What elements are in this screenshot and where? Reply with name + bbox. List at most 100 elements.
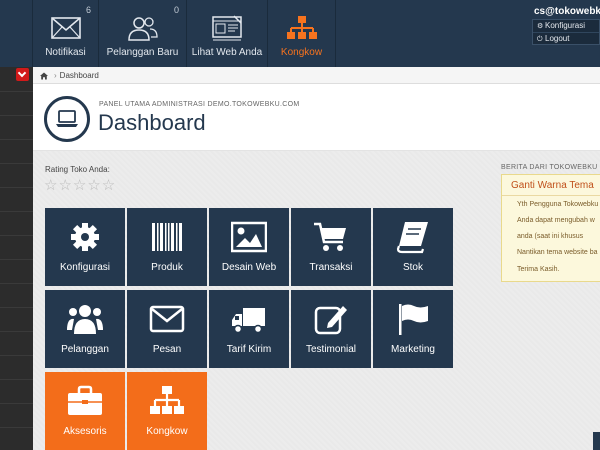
tile-marketing[interactable]: Marketing <box>373 290 453 368</box>
tile-label: Pelanggan <box>61 344 109 355</box>
nav-label: Kongkow <box>280 47 323 58</box>
home-icon[interactable] <box>40 72 48 80</box>
user-email[interactable]: cs@tokowebku.c <box>534 6 600 17</box>
users-icon <box>127 17 158 41</box>
power-icon: ⏻ <box>537 36 543 43</box>
laptop-icon <box>56 110 78 127</box>
tile-label: Konfigurasi <box>59 262 111 273</box>
breadcrumb-current: Dashboard <box>59 71 99 80</box>
cart-icon <box>314 222 346 251</box>
sidebar-divider <box>0 115 33 116</box>
envelope-icon <box>50 17 81 39</box>
sidebar-divider <box>0 235 33 236</box>
tile-label: Marketing <box>391 344 435 355</box>
page-header: PANEL UTAMA ADMINISTRASI DEMO.TOKOWEBKU.… <box>33 84 600 151</box>
sidebar-divider <box>0 427 33 428</box>
menu-logout[interactable]: ⏻ Logout <box>533 32 599 44</box>
tile-label: Testimonial <box>305 344 357 355</box>
tile-produk[interactable]: Produk <box>127 208 207 286</box>
menu-label: Logout <box>545 34 570 43</box>
sidebar-divider <box>0 379 33 380</box>
breadcrumb: › Dashboard <box>33 67 600 84</box>
tile-label: Pesan <box>152 344 182 355</box>
image-icon <box>231 221 267 253</box>
tile-stok[interactable]: Stok <box>373 208 453 286</box>
news-line: Nantikan tema website ba <box>517 249 598 256</box>
menu-label: Konfigurasi <box>545 21 586 30</box>
tile-label: Transaksi <box>309 262 353 273</box>
nav-label: Pelanggan Baru <box>106 47 179 58</box>
edit-icon <box>314 306 347 335</box>
nav-notifikasi[interactable]: 6 Notifikasi <box>33 0 99 67</box>
new-customer-count: 0 <box>173 5 179 15</box>
user-area: cs@tokowebku.c ⚙Konfigurasi ⏻Logout <box>532 0 600 67</box>
tile-label: Tarif Kirim <box>226 344 272 355</box>
tile-label: Aksesoris <box>63 426 107 437</box>
nav-kongkow[interactable]: Kongkow <box>268 0 336 67</box>
menu-konfigurasi[interactable]: ⚙ Konfigurasi <box>533 20 599 32</box>
top-left-pad <box>0 0 33 67</box>
sidebar-divider <box>0 259 33 260</box>
sidebar-divider <box>0 331 33 332</box>
news-line: Anda dapat mengubah w <box>517 217 595 224</box>
news-line: anda (saat ini khusus <box>517 233 584 240</box>
dashboard-logo <box>44 96 90 142</box>
gear-icon <box>71 223 99 251</box>
sidebar-divider <box>0 403 33 404</box>
flag-icon <box>399 304 428 335</box>
tile-transaksi[interactable]: Transaksi <box>291 208 371 286</box>
nav-pelanggan-baru[interactable]: 0 Pelanggan Baru <box>99 0 187 67</box>
rating-stars[interactable]: ☆☆☆☆☆ <box>44 176 116 194</box>
truck-icon <box>232 308 265 334</box>
scroll-to-top-button[interactable] <box>593 432 600 450</box>
sidebar-divider <box>0 307 33 308</box>
tile-kongkow[interactable]: Kongkow <box>127 372 207 450</box>
nav-label: Notifikasi <box>45 47 86 58</box>
user-dropdown-menu: ⚙ Konfigurasi ⏻ Logout <box>532 19 600 45</box>
rating-label: Rating Toko Anda: <box>45 165 110 174</box>
sidebar-divider <box>0 283 33 284</box>
news-line: Yth Pengguna Tokowebku <box>517 201 599 208</box>
sidebar-divider <box>0 91 33 92</box>
gear-icon: ⚙ <box>537 23 544 30</box>
tile-label: Kongkow <box>146 426 188 437</box>
sitemap-icon <box>150 386 184 414</box>
breadcrumb-separator: › <box>54 71 57 80</box>
news-line: Terima Kasih. <box>517 266 560 273</box>
top-navbar: 6 Notifikasi 0 Pelanggan Baru Lihat Web … <box>0 0 600 67</box>
sidebar-divider <box>0 163 33 164</box>
main-content: › Dashboard PANEL UTAMA ADMINISTRASI DEMO… <box>33 67 600 450</box>
tile-testimonial[interactable]: Testimonial <box>291 290 371 368</box>
news-title: Ganti Warna Tema <box>511 180 594 191</box>
sitemap-icon <box>286 16 317 39</box>
page-subtitle: PANEL UTAMA ADMINISTRASI DEMO.TOKOWEBKU.… <box>99 101 300 108</box>
news-heading: BERITA DARI TOKOWEBKU <box>501 164 598 171</box>
tile-label: Produk <box>151 262 183 273</box>
page-title: Dashboard <box>98 110 206 135</box>
tile-tarif-kirim[interactable]: Tarif Kirim <box>209 290 289 368</box>
sidebar-divider <box>0 139 33 140</box>
web-icon <box>212 15 242 41</box>
news-divider <box>502 195 600 196</box>
sidebar-divider <box>0 187 33 188</box>
tile-label: Desain Web <box>221 262 277 273</box>
sidebar-divider <box>0 211 33 212</box>
news-box: Ganti Warna Tema Yth Pengguna Tokowebku … <box>501 174 600 282</box>
users-icon <box>67 305 103 334</box>
nav-lihat-web[interactable]: Lihat Web Anda <box>187 0 268 67</box>
tile-label: Stok <box>402 262 423 273</box>
book-icon <box>396 222 428 254</box>
left-sidebar <box>0 67 33 450</box>
sidebar-divider <box>0 355 33 356</box>
tile-aksesoris[interactable]: Aksesoris <box>45 372 125 450</box>
sidebar-toggle-button[interactable] <box>16 68 29 81</box>
envelope-icon <box>149 305 185 333</box>
barcode-icon <box>152 223 182 251</box>
nav-label: Lihat Web Anda <box>191 47 263 58</box>
notification-count: 6 <box>85 5 91 15</box>
tile-konfigurasi[interactable]: Konfigurasi <box>45 208 125 286</box>
briefcase-icon <box>68 385 102 415</box>
tile-desain-web[interactable]: Desain Web <box>209 208 289 286</box>
tile-pesan[interactable]: Pesan <box>127 290 207 368</box>
tile-pelanggan[interactable]: Pelanggan <box>45 290 125 368</box>
